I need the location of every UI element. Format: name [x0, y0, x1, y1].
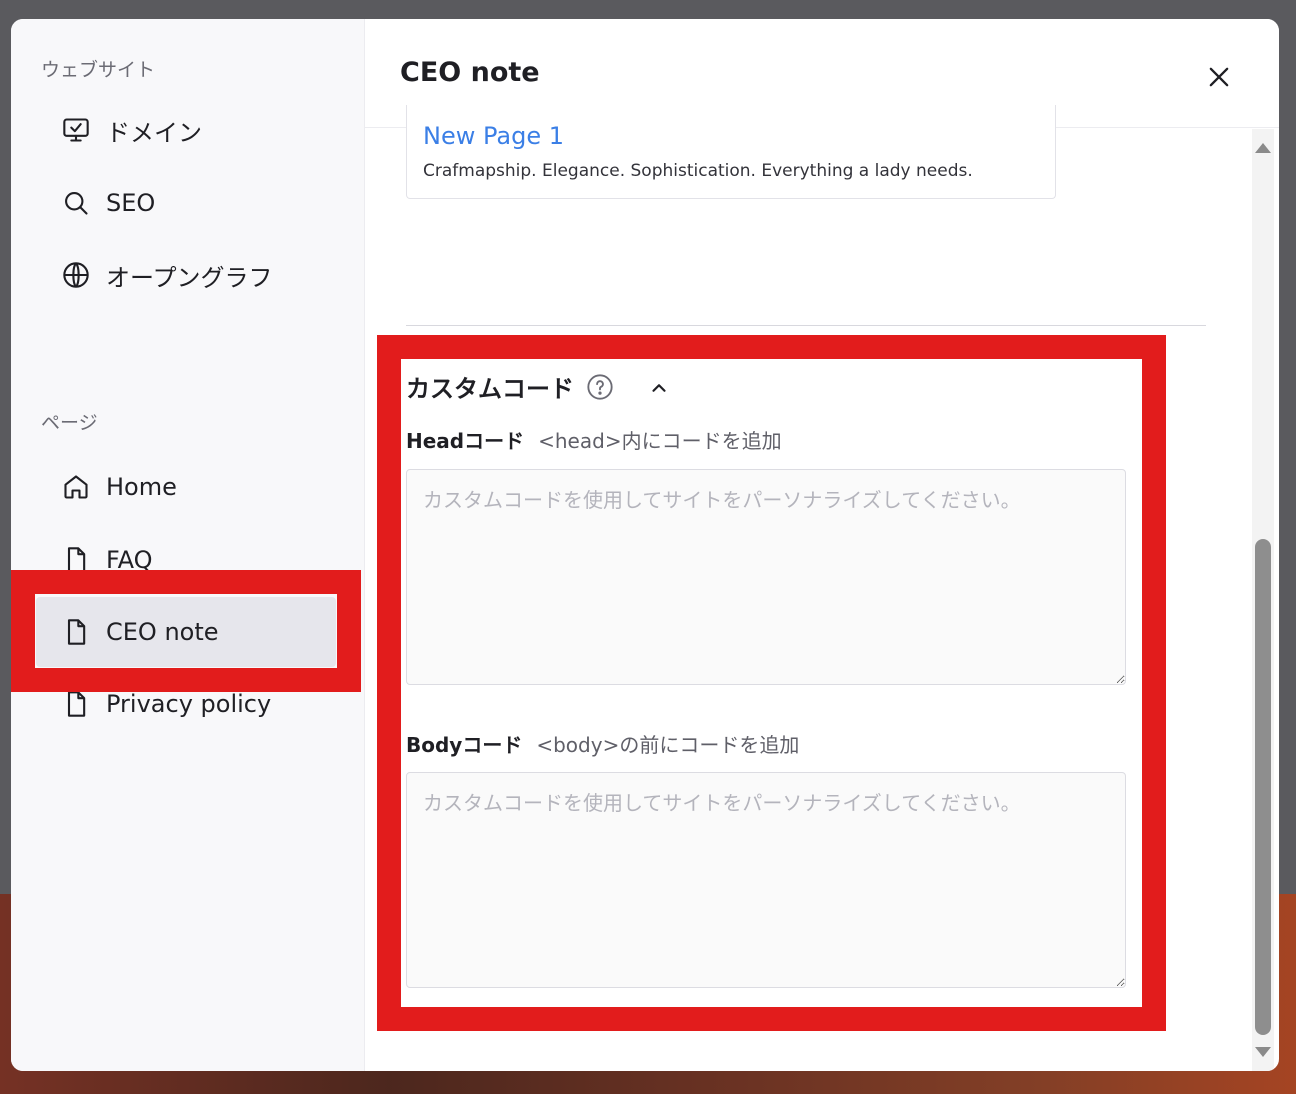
search-icon: [62, 189, 90, 217]
head-code-label: Headコード <head>内にコードを追加: [406, 425, 782, 454]
sidebar-item-label: Privacy policy: [106, 690, 272, 718]
sidebar-item-home[interactable]: Home: [36, 452, 336, 522]
sidebar-item-label: ドメイン: [106, 118, 202, 147]
sidebar-item-domain[interactable]: ドメイン: [36, 95, 336, 165]
file-icon: [62, 546, 90, 574]
head-code-label-text: Headコード: [406, 429, 525, 453]
website-section-label: ウェブサイト: [41, 59, 156, 81]
head-code-input[interactable]: [406, 469, 1126, 685]
sidebar-item-open-graph[interactable]: オープングラフ: [36, 240, 336, 310]
pages-section-label: ページ: [41, 412, 98, 434]
sidebar-item-label: CEO note: [106, 618, 219, 646]
body-code-hint: <body>の前にコードを追加: [536, 733, 800, 757]
section-divider: [406, 325, 1206, 326]
seo-preview-card: New Page 1 Crafmapship. Elegance. Sophis…: [406, 105, 1056, 199]
page-settings-modal: ウェブサイト ドメイン SEO オープングラフ ページ Home FAQ CEO…: [11, 19, 1279, 1071]
body-code-input[interactable]: [406, 772, 1126, 988]
globe-icon: [62, 261, 90, 289]
sidebar-item-seo[interactable]: SEO: [36, 168, 336, 238]
sidebar-item-label: オープングラフ: [106, 263, 273, 292]
custom-code-title: カスタムコード: [406, 375, 574, 403]
scroll-up-arrow-icon[interactable]: [1255, 143, 1271, 153]
help-icon[interactable]: [586, 373, 614, 401]
sidebar-item-privacy-policy[interactable]: Privacy policy: [36, 669, 336, 739]
sidebar-item-label: Home: [106, 473, 177, 501]
scroll-down-arrow-icon[interactable]: [1255, 1047, 1271, 1057]
close-icon: [1205, 67, 1233, 95]
chevron-up-icon[interactable]: [648, 377, 670, 399]
settings-main-panel: CEO note New Page 1 Crafmapship. Eleganc…: [365, 19, 1279, 1071]
monitor-icon: [62, 116, 90, 144]
settings-sidebar: ウェブサイト ドメイン SEO オープングラフ ページ Home FAQ CEO…: [11, 19, 365, 1071]
head-code-hint: <head>内にコードを追加: [538, 429, 782, 453]
body-code-label: Bodyコード <body>の前にコードを追加: [406, 729, 799, 758]
home-icon: [62, 473, 90, 501]
preview-title-link[interactable]: New Page 1: [423, 122, 564, 150]
body-code-label-text: Bodyコード: [406, 733, 523, 757]
file-icon: [62, 690, 90, 718]
sidebar-item-label: FAQ: [106, 546, 153, 574]
main-scrollbar[interactable]: [1252, 129, 1274, 1071]
page-title: CEO note: [400, 57, 540, 88]
sidebar-item-ceo-note[interactable]: CEO note: [36, 597, 336, 667]
sidebar-item-faq[interactable]: FAQ: [36, 525, 336, 595]
file-icon: [62, 618, 90, 646]
preview-description: Crafmapship. Elegance. Sophistication. E…: [423, 161, 973, 181]
sidebar-item-label: SEO: [106, 189, 156, 217]
close-button[interactable]: [1205, 63, 1233, 91]
scrollbar-thumb[interactable]: [1255, 539, 1271, 1035]
